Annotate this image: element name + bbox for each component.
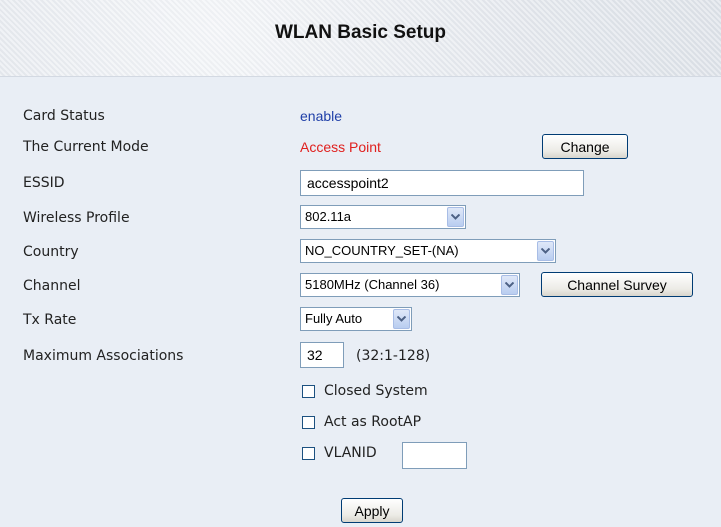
wireless-profile-value: 802.11a xyxy=(305,209,352,224)
chevron-down-icon[interactable] xyxy=(447,207,464,227)
page-header: WLAN Basic Setup xyxy=(0,0,721,77)
closed-system-option[interactable]: Closed System xyxy=(302,383,428,399)
max-associations-hint: (32:1-128) xyxy=(356,348,431,364)
wireless-profile-label: Wireless Profile xyxy=(23,210,130,226)
country-select[interactable]: NO_COUNTRY_SET-(NA) xyxy=(300,239,556,263)
act-as-rootap-checkbox[interactable] xyxy=(302,415,315,429)
wireless-profile-select[interactable]: 802.11a xyxy=(300,205,466,229)
current-mode-label: The Current Mode xyxy=(23,139,149,155)
vlanid-checkbox[interactable] xyxy=(302,446,315,460)
max-associations-label: Maximum Associations xyxy=(23,348,184,364)
chevron-down-icon[interactable] xyxy=(501,275,518,295)
tx-rate-value: Fully Auto xyxy=(305,311,363,326)
closed-system-label: Closed System xyxy=(324,383,428,399)
tx-rate-label: Tx Rate xyxy=(23,312,77,328)
country-label: Country xyxy=(23,244,79,260)
card-status-label: Card Status xyxy=(23,108,105,124)
channel-survey-button[interactable]: Channel Survey xyxy=(541,272,693,297)
vlanid-input[interactable] xyxy=(402,442,467,469)
channel-select[interactable]: 5180MHz (Channel 36) xyxy=(300,273,520,297)
chevron-down-icon[interactable] xyxy=(393,309,410,329)
vlanid-label: VLANID xyxy=(324,445,377,461)
tx-rate-select[interactable]: Fully Auto xyxy=(300,307,412,331)
channel-value: 5180MHz (Channel 36) xyxy=(305,277,440,292)
essid-input[interactable]: accesspoint2 xyxy=(300,170,584,196)
act-as-rootap-option[interactable]: Act as RootAP xyxy=(302,414,421,430)
vlanid-option[interactable]: VLANID xyxy=(302,445,377,461)
apply-button[interactable]: Apply xyxy=(341,498,403,523)
card-status-value: enable xyxy=(300,108,343,124)
page-title: WLAN Basic Setup xyxy=(274,22,447,43)
change-mode-button[interactable]: Change xyxy=(542,134,628,159)
max-associations-input[interactable]: 32 xyxy=(300,342,344,368)
act-as-rootap-label: Act as RootAP xyxy=(324,414,422,430)
closed-system-checkbox[interactable] xyxy=(302,384,315,398)
chevron-down-icon[interactable] xyxy=(537,241,554,261)
channel-label: Channel xyxy=(23,278,81,294)
country-value: NO_COUNTRY_SET-(NA) xyxy=(305,243,459,258)
current-mode-value: Access Point xyxy=(300,139,381,155)
essid-label: ESSID xyxy=(23,175,65,191)
